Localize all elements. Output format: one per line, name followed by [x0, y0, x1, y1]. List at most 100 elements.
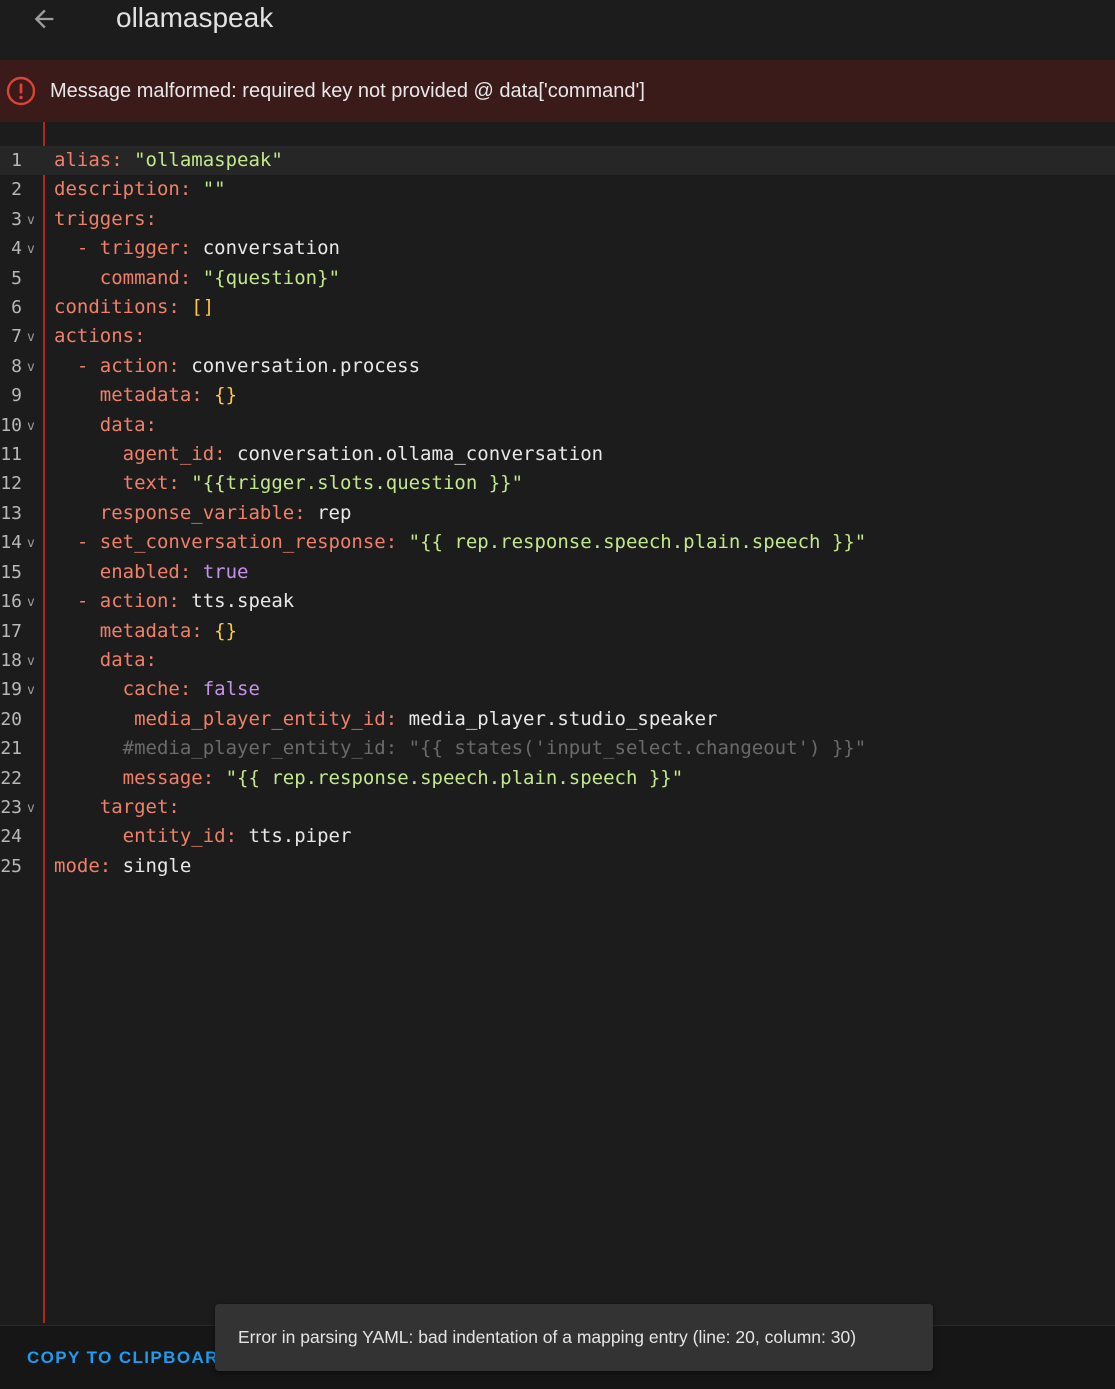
code-text[interactable]: enabled: true — [54, 558, 249, 587]
code-text[interactable]: cache: false — [54, 675, 260, 704]
code-line[interactable]: 12 text: "{{trigger.slots.question }}" — [0, 469, 1115, 498]
code-line[interactable]: 16 v - action: tts.speak — [0, 587, 1115, 616]
code-line[interactable]: 8v - action: conversation.process — [0, 352, 1115, 381]
code-token: tts.piper — [237, 825, 352, 848]
code-lines[interactable]: 1 alias: "ollamaspeak" 2 description: "" 3 v t… — [0, 146, 1115, 881]
code-token: true — [202, 560, 249, 583]
code-text[interactable]: #media_player_entity_id: "{{ states('inp… — [54, 734, 867, 763]
code-line[interactable]: 19 v cache: false — [0, 675, 1115, 704]
line-number: 8 — [11, 355, 22, 377]
code-token: command: — [99, 266, 192, 289]
fold-chevron-icon[interactable]: v — [27, 206, 35, 235]
code-text[interactable]: metadata: {} — [54, 381, 237, 410]
line-number: 9 — [11, 385, 22, 407]
line-number: 16 — [0, 591, 22, 613]
code-token: entity_id: — [122, 825, 238, 848]
code-text[interactable]: - action: conversation.process — [54, 352, 420, 381]
code-line[interactable]: 17 metadata: {} — [0, 617, 1115, 646]
code-line[interactable]: 2 description: "" — [0, 175, 1115, 204]
code-text[interactable]: alias: "ollamaspeak" — [54, 146, 283, 175]
code-line[interactable]: 25 mode: single — [0, 852, 1115, 881]
code-line[interactable]: 15 enabled: true — [0, 558, 1115, 587]
code-text[interactable]: description: "" — [54, 175, 226, 204]
code-text[interactable]: command: "{question}" — [54, 264, 340, 293]
line-number: 15 — [0, 561, 22, 583]
fold-chevron-icon[interactable]: v — [27, 529, 35, 558]
line-number: 10 — [0, 414, 22, 436]
code-line[interactable]: 24 entity_id: tts.piper — [0, 822, 1115, 851]
code-line[interactable]: 11 agent_id: conversation.ollama_convers… — [0, 440, 1115, 469]
code-text[interactable]: media_player_entity_id: media_player.stu… — [54, 705, 717, 734]
top-app-bar: ollamaspeak — [0, 0, 1115, 60]
fold-chevron-icon[interactable]: v — [27, 235, 35, 264]
line-number: 19 — [0, 679, 22, 701]
code-text[interactable]: text: "{{trigger.slots.question }}" — [54, 469, 523, 498]
fold-chevron-icon[interactable]: v — [27, 412, 35, 441]
fold-chevron-icon[interactable]: v — [27, 353, 35, 382]
code-token: conversation — [191, 237, 340, 260]
code-text[interactable]: data: — [54, 411, 157, 440]
line-number: 4 — [11, 238, 22, 260]
line-number: 18 — [0, 649, 22, 671]
fold-chevron-icon[interactable]: v — [27, 588, 35, 617]
code-line[interactable]: 22 message: "{{ rep.response.speech.plai… — [0, 764, 1115, 793]
code-text[interactable]: triggers: — [54, 205, 157, 234]
code-line[interactable]: 5 command: "{question}" — [0, 264, 1115, 293]
code-token: data: — [99, 648, 157, 671]
code-text[interactable]: data: — [54, 646, 157, 675]
code-line[interactable]: 21 #media_player_entity_id: "{{ states('… — [0, 734, 1115, 763]
code-token: alias: — [54, 149, 123, 171]
code-text[interactable]: response_variable: rep — [54, 499, 352, 528]
code-line[interactable]: 3 v triggers: — [0, 205, 1115, 234]
fold-chevron-icon[interactable]: v — [27, 676, 35, 705]
arrow-left-icon — [34, 9, 54, 29]
line-number: 14 — [0, 532, 22, 554]
alert-circle-icon — [6, 76, 36, 106]
code-line[interactable]: 1 alias: "ollamaspeak" — [0, 146, 1115, 176]
code-text[interactable]: - set_conversation_response: "{{ rep.res… — [54, 528, 866, 557]
fold-chevron-icon[interactable]: v — [27, 794, 35, 823]
code-text[interactable]: entity_id: tts.piper — [54, 822, 352, 851]
back-button[interactable] — [20, 0, 68, 38]
line-number: 5 — [11, 267, 22, 289]
code-text[interactable]: message: "{{ rep.response.speech.plain.s… — [54, 764, 684, 793]
fold-chevron-icon[interactable]: v — [27, 323, 35, 352]
code-line[interactable]: 7 v actions: — [0, 322, 1115, 351]
code-text[interactable]: - action: tts.speak — [54, 587, 294, 616]
code-line[interactable]: 18 v data: — [0, 646, 1115, 675]
code-text[interactable]: - trigger: conversation — [54, 234, 340, 263]
code-line[interactable]: 20 media_player_entity_id: media_player.… — [0, 705, 1115, 734]
code-token: description: — [54, 178, 192, 201]
code-token: "{{ rep.response.speech.plain.speech }}" — [225, 766, 684, 789]
code-text[interactable]: target: — [54, 793, 180, 822]
line-number: 2 — [11, 179, 22, 201]
code-text[interactable]: conditions: [] — [54, 293, 214, 322]
fold-chevron-icon[interactable]: v — [27, 647, 35, 676]
copy-to-clipboard-button[interactable]: COPY TO CLIPBOAR — [27, 1348, 219, 1368]
code-text[interactable]: metadata: {} — [54, 617, 237, 646]
code-text[interactable]: mode: single — [54, 852, 191, 881]
code-token: metadata: — [99, 619, 203, 642]
code-line[interactable]: 14 v - set_conversation_response: "{{ rep… — [0, 528, 1115, 557]
yaml-code-editor[interactable]: 1 alias: "ollamaspeak" 2 description: "" 3 v t… — [0, 122, 1115, 1325]
line-number: 7 — [11, 326, 22, 348]
code-line[interactable]: 4v - trigger: conversation — [0, 234, 1115, 263]
code-token: triggers: — [54, 207, 157, 230]
code-line[interactable]: 6 conditions: [] — [0, 293, 1115, 322]
code-line[interactable]: 10 v data: — [0, 411, 1115, 440]
code-line[interactable]: 23 v target: — [0, 793, 1115, 822]
code-text[interactable]: actions: — [54, 322, 146, 351]
code-line[interactable]: 13 response_variable: rep — [0, 499, 1115, 528]
code-line[interactable]: 9 metadata: {} — [0, 381, 1115, 410]
code-text[interactable]: agent_id: conversation.ollama_conversati… — [54, 440, 603, 469]
